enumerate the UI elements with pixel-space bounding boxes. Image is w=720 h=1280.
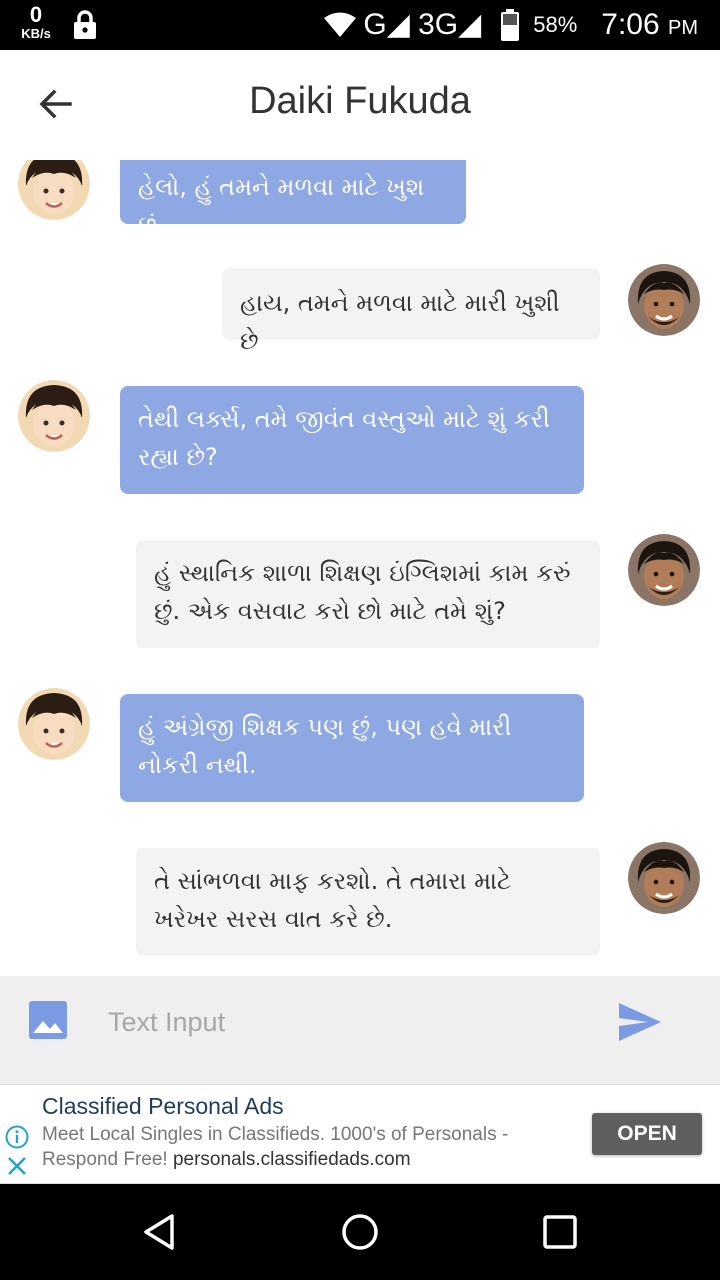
status-bar: 0 KB/s G◢ 3G◢ 58% 7:06 PM [0,0,720,50]
ad-open-button[interactable]: OPEN [592,1113,702,1155]
message-bubble-incoming[interactable]: તેથી લર્ક્સ, તમે જીવંત વસ્તુઓ માટે શું ક… [120,386,584,494]
ad-title[interactable]: Classified Personal Ads [42,1093,284,1120]
app-bar: Daiki Fukuda [0,50,720,160]
contact-avatar [18,160,90,220]
message-bubble-incoming[interactable]: હું અંગ્રેજી શિક્ષક પણ છું, પણ હવે મારી … [120,694,584,802]
image-icon[interactable] [28,1000,68,1040]
lock-icon [74,10,96,39]
ad-banner[interactable]: Classified Personal Ads Meet Local Singl… [0,1084,720,1184]
battery-icon [501,9,520,41]
ad-url: personals.classifiedads.com [172,1149,411,1170]
ad-description[interactable]: Meet Local Singles in Classifieds. 1000'… [42,1122,562,1172]
battery-percent: 58% [533,12,578,37]
contact-avatar [18,688,90,760]
network-speed: 0 KB/s [18,2,54,41]
message-bubble-outgoing[interactable]: તે સાંભળવા માફ કરશો. તે તમારા માટે ખરેખર… [136,848,600,956]
contact-avatar [18,380,90,452]
user-avatar [628,264,700,336]
message-input[interactable] [108,998,578,1046]
message-list[interactable]: હેલો, હું તમને મળવા માટે ખુશ છું હાય, તમ… [0,160,720,976]
clock: 7:06 PM [601,8,698,42]
user-avatar [628,534,700,606]
network-speed-unit: KB/s [21,26,51,41]
composer-bar [0,976,720,1084]
navigation-bar [0,1184,720,1280]
network-speed-value: 0 [29,2,43,27]
wifi-icon [324,12,357,37]
message-bubble-outgoing[interactable]: હું સ્થાનિક શાળા શિક્ષણ ઇંગ્લિશમાં કામ ક… [136,540,600,648]
back-triangle-icon[interactable] [138,1210,182,1254]
info-icon[interactable] [5,1125,29,1149]
page-title: Daiki Fukuda [249,80,471,122]
recents-square-icon[interactable] [538,1210,582,1254]
clock-time: 7:06 [601,8,660,41]
user-avatar [628,842,700,914]
message-bubble-outgoing[interactable]: હાય, તમને મળવા માટે મારી ખુશી છે [222,268,600,355]
message-bubble-incoming[interactable]: હેલો, હું તમને મળવા માટે ખુશ છું [120,160,466,239]
send-icon[interactable] [616,1000,664,1044]
clock-ampm: PM [668,17,698,39]
network-type: G◢ 3G◢ [363,8,482,41]
home-circle-icon[interactable] [338,1210,382,1254]
close-icon[interactable] [6,1155,28,1177]
